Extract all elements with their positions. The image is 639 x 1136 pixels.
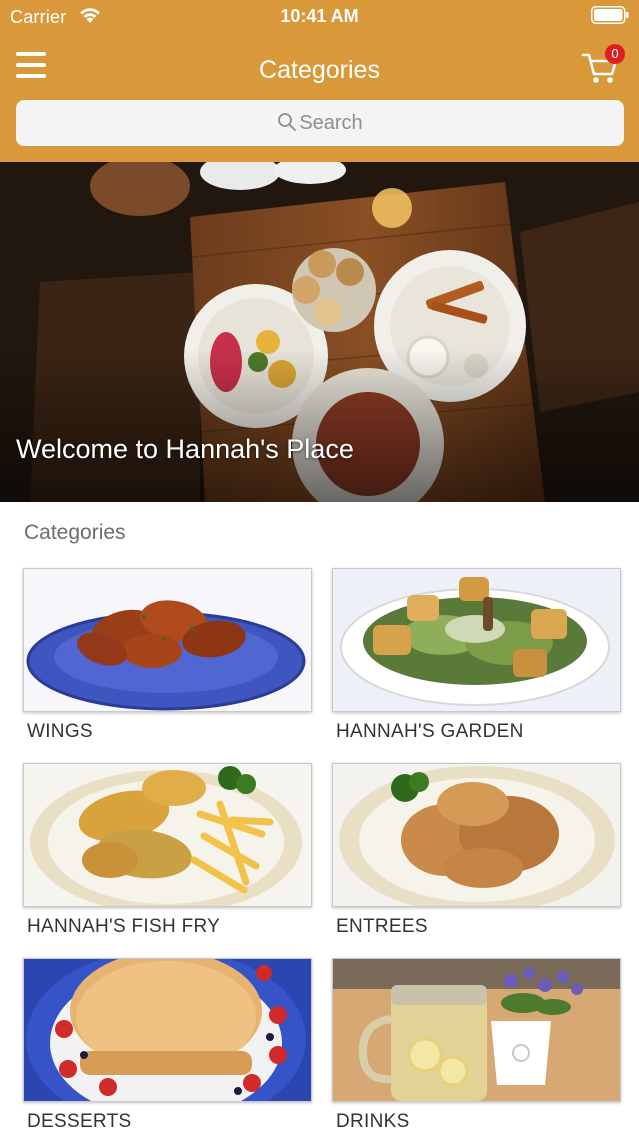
cart-button[interactable]: 0 — [581, 44, 625, 86]
category-label: ENTREES — [336, 916, 428, 937]
search-placeholder-text: Search — [299, 112, 363, 134]
battery-icon — [591, 6, 629, 24]
category-image-hannahs-garden — [332, 568, 621, 712]
search-icon — [278, 113, 297, 131]
status-bar: Carrier 10:41 AM — [0, 0, 639, 34]
cart-count-badge: 0 — [605, 44, 625, 64]
search-input[interactable]: Search — [16, 100, 624, 146]
category-label: WINGS — [27, 721, 93, 742]
category-image-hannahs-fish-fry — [23, 763, 312, 907]
hero-banner[interactable]: Welcome to Hannah's Place — [0, 162, 639, 502]
app-header: Carrier 10:41 AM Categories 0 Search — [0, 0, 639, 162]
category-image-entrees — [332, 763, 621, 907]
section-heading: Categories — [24, 521, 126, 544]
search-placeholder: Search — [16, 112, 624, 135]
hero-title: Welcome to Hannah's Place — [16, 434, 354, 464]
category-label: DRINKS — [336, 1111, 410, 1132]
category-label: DESSERTS — [27, 1111, 132, 1132]
category-image-wings — [23, 568, 312, 712]
page-title: Categories — [259, 56, 380, 84]
category-label: HANNAH'S GARDEN — [336, 721, 524, 742]
status-time: 10:41 AM — [280, 6, 359, 26]
category-label: HANNAH'S FISH FRY — [27, 916, 221, 937]
nav-bar: Categories 0 — [0, 40, 639, 102]
category-image-desserts — [23, 958, 312, 1102]
category-image-drinks — [332, 958, 621, 1102]
